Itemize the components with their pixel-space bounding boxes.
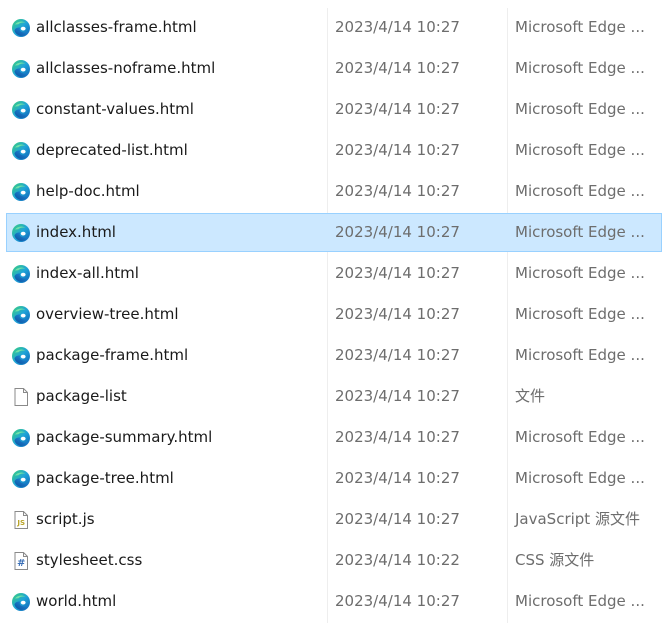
file-row[interactable]: allclasses-noframe.html 2023/4/14 10:27 …: [6, 49, 662, 88]
file-name: allclasses-noframe.html: [36, 59, 216, 77]
edge-icon: [11, 264, 31, 284]
edge-icon: [11, 59, 31, 79]
file-modified-date: 2023/4/14 10:27: [335, 223, 460, 241]
file-name: stylesheet.css: [36, 551, 143, 569]
file-modified-date: 2023/4/14 10:27: [335, 141, 460, 159]
file-row[interactable]: overview-tree.html 2023/4/14 10:27 Micro…: [6, 295, 662, 334]
file-name: allclasses-frame.html: [36, 18, 197, 36]
file-name: package-summary.html: [36, 428, 213, 446]
js-file-icon: JS: [11, 510, 31, 530]
file-modified-date: 2023/4/14 10:22: [335, 551, 460, 569]
file-type: Microsoft Edge ...: [515, 18, 645, 36]
file-row[interactable]: package-summary.html 2023/4/14 10:27 Mic…: [6, 418, 662, 457]
file-type: Microsoft Edge ...: [515, 469, 645, 487]
edge-icon: [11, 182, 31, 202]
file-modified-date: 2023/4/14 10:27: [335, 469, 460, 487]
file-type: JavaScript 源文件: [515, 510, 640, 528]
file-row[interactable]: index.html 2023/4/14 10:27 Microsoft Edg…: [6, 213, 662, 252]
file-row[interactable]: allclasses-frame.html 2023/4/14 10:27 Mi…: [6, 8, 662, 47]
file-name: index-all.html: [36, 264, 139, 282]
file-type: Microsoft Edge ...: [515, 141, 645, 159]
edge-icon: [11, 141, 31, 161]
css-file-icon: #: [11, 551, 31, 571]
file-row[interactable]: # stylesheet.css 2023/4/14 10:22 CSS 源文件: [6, 541, 662, 580]
file-row[interactable]: package-frame.html 2023/4/14 10:27 Micro…: [6, 336, 662, 375]
file-list: allclasses-frame.html 2023/4/14 10:27 Mi…: [0, 8, 662, 623]
edge-icon: [11, 305, 31, 325]
file-type: Microsoft Edge ...: [515, 428, 645, 446]
file-name: help-doc.html: [36, 182, 140, 200]
file-modified-date: 2023/4/14 10:27: [335, 305, 460, 323]
file-name: index.html: [36, 223, 116, 241]
file-type: Microsoft Edge ...: [515, 223, 645, 241]
file-name: overview-tree.html: [36, 305, 179, 323]
edge-icon: [11, 18, 31, 38]
file-type: Microsoft Edge ...: [515, 59, 645, 77]
file-modified-date: 2023/4/14 10:27: [335, 182, 460, 200]
file-type: 文件: [515, 387, 546, 405]
file-name: package-list: [36, 387, 127, 405]
file-type: Microsoft Edge ...: [515, 305, 645, 323]
file-type: Microsoft Edge ...: [515, 592, 645, 610]
edge-icon: [11, 592, 31, 612]
file-row[interactable]: JS script.js 2023/4/14 10:27 JavaScript …: [6, 500, 662, 539]
file-name: script.js: [36, 510, 95, 528]
file-type: CSS 源文件: [515, 551, 595, 569]
file-row[interactable]: constant-values.html 2023/4/14 10:27 Mic…: [6, 90, 662, 129]
blank-file-icon: [11, 387, 31, 407]
file-name: package-frame.html: [36, 346, 189, 364]
edge-icon: [11, 346, 31, 366]
file-modified-date: 2023/4/14 10:27: [335, 510, 460, 528]
file-modified-date: 2023/4/14 10:27: [335, 387, 460, 405]
file-row[interactable]: index-all.html 2023/4/14 10:27 Microsoft…: [6, 254, 662, 293]
svg-text:JS: JS: [16, 519, 25, 527]
edge-icon: [11, 428, 31, 448]
file-modified-date: 2023/4/14 10:27: [335, 264, 460, 282]
file-name: constant-values.html: [36, 100, 194, 118]
edge-icon: [11, 223, 31, 243]
file-name: deprecated-list.html: [36, 141, 188, 159]
file-row[interactable]: package-tree.html 2023/4/14 10:27 Micros…: [6, 459, 662, 498]
edge-icon: [11, 100, 31, 120]
svg-text:#: #: [17, 558, 25, 569]
file-modified-date: 2023/4/14 10:27: [335, 346, 460, 364]
file-row[interactable]: package-list 2023/4/14 10:27 文件: [6, 377, 662, 416]
file-modified-date: 2023/4/14 10:27: [335, 18, 460, 36]
file-row[interactable]: deprecated-list.html 2023/4/14 10:27 Mic…: [6, 131, 662, 170]
file-modified-date: 2023/4/14 10:27: [335, 100, 460, 118]
file-type: Microsoft Edge ...: [515, 346, 645, 364]
file-type: Microsoft Edge ...: [515, 100, 645, 118]
file-name: package-tree.html: [36, 469, 174, 487]
file-modified-date: 2023/4/14 10:27: [335, 59, 460, 77]
file-type: Microsoft Edge ...: [515, 264, 645, 282]
file-modified-date: 2023/4/14 10:27: [335, 428, 460, 446]
file-type: Microsoft Edge ...: [515, 182, 645, 200]
edge-icon: [11, 469, 31, 489]
file-row[interactable]: help-doc.html 2023/4/14 10:27 Microsoft …: [6, 172, 662, 211]
file-row[interactable]: world.html 2023/4/14 10:27 Microsoft Edg…: [6, 582, 662, 621]
file-name: world.html: [36, 592, 117, 610]
file-modified-date: 2023/4/14 10:27: [335, 592, 460, 610]
